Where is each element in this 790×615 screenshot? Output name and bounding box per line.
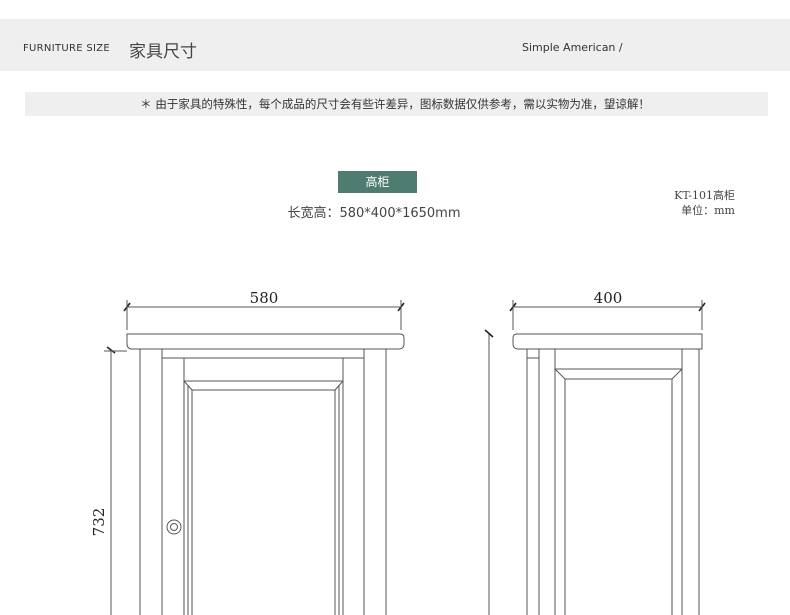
front-cabinet [126,333,405,615]
cabinet-drawing: 580 732 400 [90,289,706,615]
side-width-label: 400 [594,289,623,307]
front-width-label: 580 [250,289,279,307]
height-dimension [104,346,127,615]
height-label: 732 [90,508,108,537]
side-height-tick [484,329,494,615]
side-cabinet [512,333,703,615]
door-knob-icon [166,519,182,535]
